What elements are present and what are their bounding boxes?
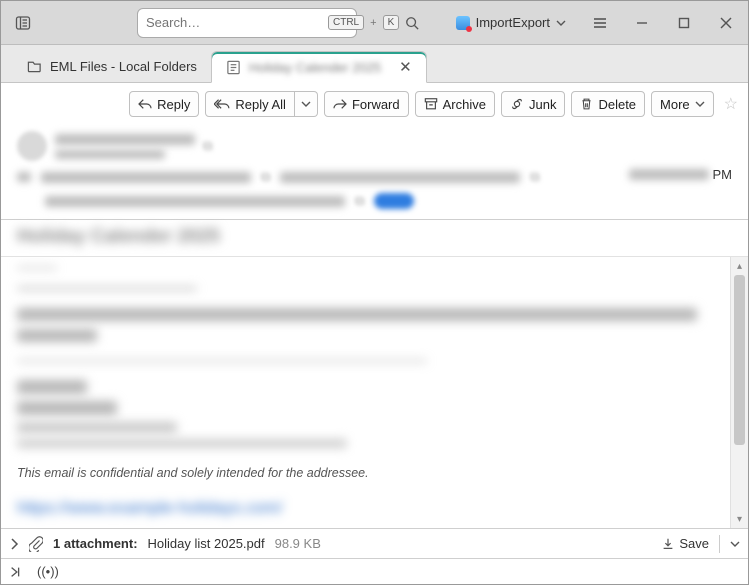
body-line [17,401,117,415]
tab-folder-label: EML Files - Local Folders [50,59,197,74]
chevron-down-icon [556,18,566,28]
body-line [17,267,57,269]
tab-message-label: Holiday Calender 2025 [249,60,381,75]
sender-email [55,150,165,159]
kbd-k: K [383,15,400,30]
sender-name [55,134,195,145]
scrollbar[interactable]: ▴ ▾ [730,257,748,528]
titlebar: CTRL + K ImportExport [1,1,748,45]
kbd-plus: + [370,17,376,29]
scroll-up-icon[interactable]: ▴ [731,257,748,275]
status-bar: ((•)) [1,558,748,584]
app-menu-button[interactable] [5,7,41,39]
window-close-button[interactable] [708,7,744,39]
body-line [17,380,87,394]
attachment-size: 98.9 KB [275,536,321,551]
body-line [17,422,177,433]
message-time: PM [629,167,733,182]
expand-attachments[interactable] [9,538,19,550]
folder-icon [27,59,42,74]
message-header: ⧉ ⧉ ⧉ ⧉ PM [1,125,748,220]
close-icon[interactable]: ✕ [399,58,412,76]
save-dropdown[interactable] [730,539,740,549]
collapse-pane-button[interactable] [9,565,23,579]
chevron-down-icon [695,99,705,109]
save-attachment-button[interactable]: Save [661,536,709,551]
to-label [17,172,31,182]
archive-button[interactable]: Archive [415,91,495,117]
reply-button[interactable]: Reply [129,91,199,117]
contact-icon[interactable]: ⧉ [203,138,212,154]
recipient-3 [45,196,345,207]
chevron-down-icon [301,99,311,109]
contact-icon[interactable]: ⧉ [530,169,539,185]
avatar [17,131,47,161]
body-line [17,308,697,321]
junk-label: Junk [529,97,556,112]
reply-all-label: Reply All [235,97,286,112]
tab-message[interactable]: Holiday Calender 2025 ✕ [211,51,427,83]
delete-label: Delete [598,97,636,112]
more-button[interactable]: More [651,91,714,117]
disclaimer-text: This email is confidential and solely in… [17,466,722,480]
star-button[interactable]: ☆ [724,94,738,114]
body-line [17,439,347,448]
reply-label: Reply [157,97,190,112]
body-line [17,329,97,342]
message-subject: Holiday Calender 2025 [1,220,748,256]
delete-button[interactable]: Delete [571,91,645,117]
search-input[interactable] [146,15,322,30]
download-icon [661,537,675,551]
search-icon [405,16,419,30]
archive-label: Archive [443,97,486,112]
tabstrip: EML Files - Local Folders Holiday Calend… [1,45,748,83]
reply-all-button[interactable]: Reply All [205,91,295,117]
message-body: This email is confidential and solely in… [1,256,748,528]
kbd-ctrl: CTRL [328,15,364,30]
forward-label: Forward [352,97,400,112]
scroll-down-icon[interactable]: ▾ [731,510,748,528]
body-link[interactable]: https://www.example-holidays.com/ [17,498,722,518]
body-line [17,287,197,289]
message-toolbar: Reply Reply All Forward Archive Junk Del… [1,83,748,125]
scroll-thumb[interactable] [734,275,745,445]
window-minimize-button[interactable] [624,7,660,39]
save-label: Save [679,536,709,551]
import-export-label: ImportExport [476,15,550,30]
search-box[interactable]: CTRL + K [137,8,357,38]
attachment-name[interactable]: Holiday list 2025.pdf [148,536,265,551]
import-export-button[interactable]: ImportExport [446,8,576,38]
message-icon [226,60,241,75]
recipient-1 [41,172,251,183]
tab-folder[interactable]: EML Files - Local Folders [13,50,211,82]
more-label: More [660,97,690,112]
recipient-chip[interactable] [374,193,414,209]
recipient-2 [280,172,520,183]
contact-icon[interactable]: ⧉ [261,169,270,185]
forward-button[interactable]: Forward [324,91,409,117]
junk-button[interactable]: Junk [501,91,565,117]
attachment-count: 1 attachment: [53,536,138,551]
import-export-icon [456,16,470,30]
contact-icon[interactable]: ⧉ [355,193,364,209]
paperclip-icon [29,536,43,552]
time-pm: PM [713,167,733,182]
body-line [17,360,427,362]
attachment-bar: 1 attachment: Holiday list 2025.pdf 98.9… [1,528,748,558]
reply-all-dropdown[interactable] [295,91,318,117]
sync-status-icon[interactable]: ((•)) [37,564,59,579]
hamburger-menu-button[interactable] [582,7,618,39]
window-maximize-button[interactable] [666,7,702,39]
